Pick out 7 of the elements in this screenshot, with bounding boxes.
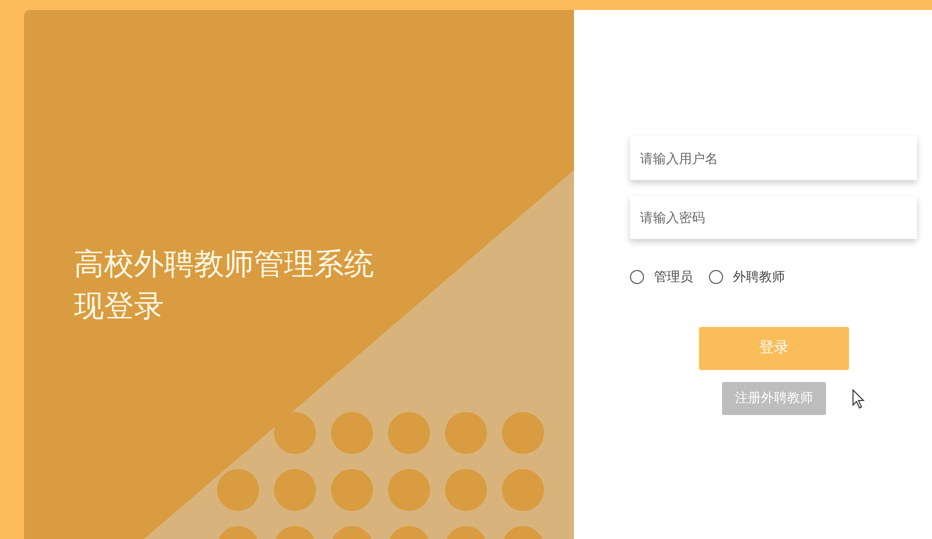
system-title: 现登录 (74, 289, 165, 325)
role-radio[interactable]: 外聘教师 (709, 267, 785, 286)
role-radio[interactable]: 管理员 (630, 267, 693, 286)
system-title: 高校外聘教师管理系统 (74, 247, 374, 283)
password-field[interactable]: 请输入密码 (630, 196, 917, 239)
mouse-cursor-icon (852, 389, 866, 410)
username-field[interactable]: 请输入用户名 (630, 136, 917, 180)
